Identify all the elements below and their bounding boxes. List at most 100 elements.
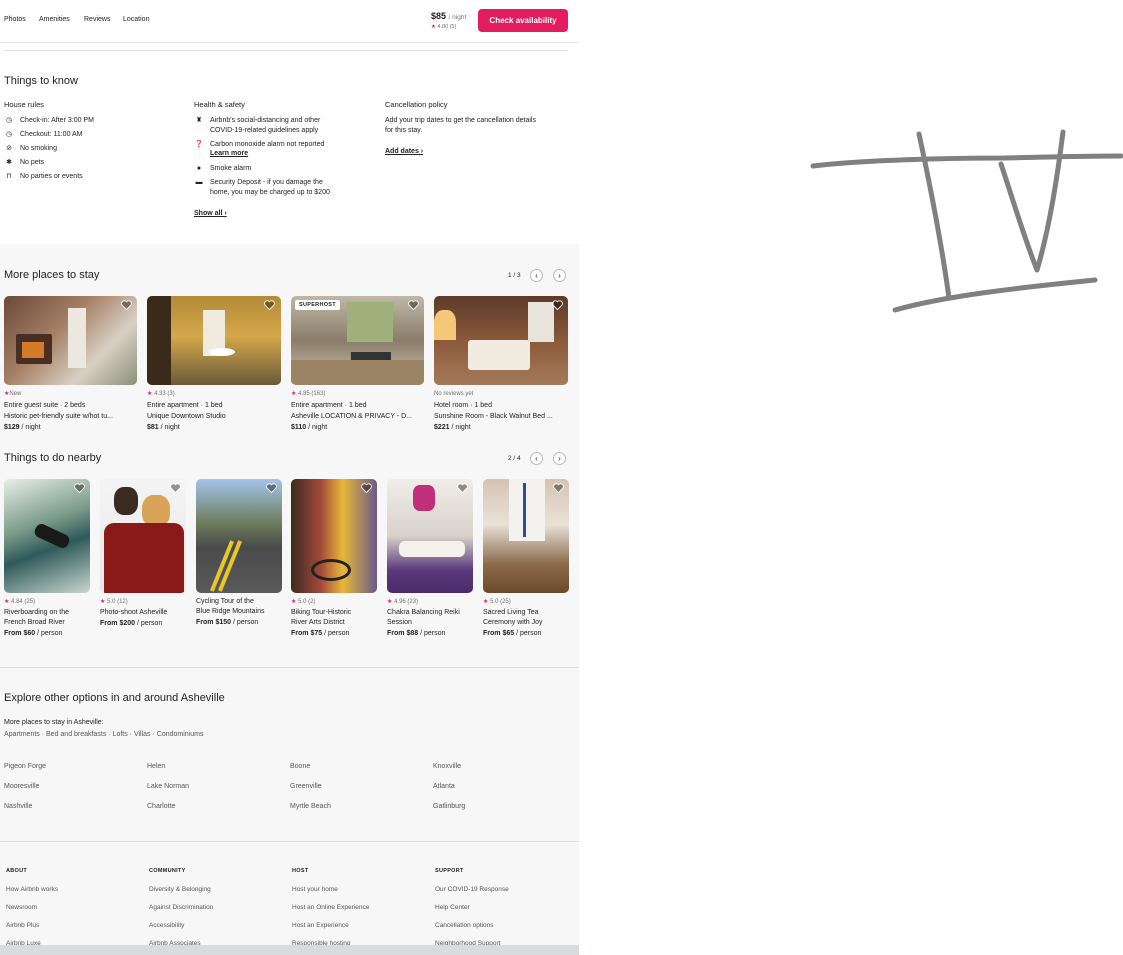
cancellation-heading: Cancellation policy <box>385 100 448 109</box>
annotation-stroke <box>998 129 1066 273</box>
listing-card-info[interactable]: ★ 4.33 (3) Entire apartment · 1 bed Uniq… <box>147 389 281 433</box>
health-safety-heading: Health & safety <box>194 100 245 109</box>
footer-link[interactable]: Airbnb Plus <box>6 922 39 929</box>
house-rules-heading: House rules <box>4 100 45 109</box>
experience-card-info[interactable]: ★ 5.0 (25) Sacred Living Tea Ceremony wi… <box>483 597 573 639</box>
things-to-do-pager: 2 / 4 <box>508 455 521 462</box>
destination-link[interactable]: Pigeon Forge <box>4 763 46 770</box>
listing-card-info[interactable]: ★New Entire guest suite · 2 beds Histori… <box>4 389 138 433</box>
more-places-title: More places to stay <box>4 269 100 281</box>
chevron-left-icon[interactable]: ‹ <box>530 269 543 282</box>
heart-icon[interactable] <box>266 483 277 493</box>
divider <box>0 841 579 842</box>
chevron-right-icon: › <box>420 148 424 155</box>
experience-card-info[interactable]: Cycling Tour of the Blue Ridge Mountains… <box>196 597 286 628</box>
check-availability-button[interactable]: Check availability <box>478 9 568 32</box>
footer-link[interactable]: Newsroom <box>6 904 37 911</box>
destination-link[interactable]: Myrtle Beach <box>290 803 331 810</box>
nav-photos[interactable]: Photos <box>4 16 26 23</box>
experience-card-info[interactable]: ★ 5.0 (12) Photo-shoot Asheville From $2… <box>100 597 190 629</box>
nav-location[interactable]: Location <box>123 16 149 23</box>
things-to-do-title: Things to do nearby <box>4 452 102 464</box>
footer-link[interactable]: Host your home <box>292 886 338 893</box>
heart-icon[interactable] <box>264 300 275 310</box>
alert-icon: ❓ <box>194 141 204 148</box>
star-icon: ★ <box>431 24 436 30</box>
experience-card-info[interactable]: ★ 4.84 (25) Riverboarding on the French … <box>4 597 94 639</box>
annotation-stroke <box>892 277 1098 313</box>
chevron-left-icon[interactable]: ‹ <box>530 452 543 465</box>
star-icon: ★ <box>4 599 10 605</box>
experience-photo[interactable] <box>291 479 377 593</box>
sticky-nav: Photos Amenities Reviews Location $85 / … <box>0 0 579 43</box>
destination-link[interactable]: Mooresville <box>4 783 39 790</box>
divider <box>4 50 568 51</box>
clock-icon: ◷ <box>5 131 13 138</box>
destination-link[interactable]: Lake Norman <box>147 783 189 790</box>
footer-link[interactable]: Against Discrimination <box>149 904 213 911</box>
heart-icon[interactable] <box>361 483 372 493</box>
listing-card-info[interactable]: No reviews yet Hotel room · 1 bed Sunshi… <box>434 389 568 433</box>
add-dates-link[interactable]: Add dates › <box>385 148 423 155</box>
experience-photo[interactable] <box>100 479 186 593</box>
experience-card-info[interactable]: ★ 5.0 (2) Biking Tour-Historic River Art… <box>291 597 381 639</box>
footer-link[interactable]: Our COVID-19 Response <box>435 886 509 893</box>
footer-link[interactable]: How Airbnb works <box>6 886 58 893</box>
star-icon: ★ <box>291 391 297 397</box>
handwritten-annotation <box>810 129 1123 313</box>
nav-reviews[interactable]: Reviews <box>84 16 110 23</box>
listing-card-info[interactable]: ★ 4.85 (163) Entire apartment · 1 bed As… <box>291 389 425 433</box>
horizontal-scrollbar[interactable] <box>0 945 579 955</box>
experience-card-info[interactable]: ★ 4.96 (23) Chakra Balancing Reiki Sessi… <box>387 597 477 639</box>
divider <box>0 667 579 668</box>
experience-photo[interactable] <box>4 479 90 593</box>
footer-link[interactable]: Help Center <box>435 904 470 911</box>
destination-link[interactable]: Atlanta <box>433 783 455 790</box>
more-places-pager: 1 / 3 <box>508 272 521 279</box>
heart-icon[interactable] <box>553 483 564 493</box>
heart-icon[interactable] <box>121 300 132 310</box>
destination-link[interactable]: Charlotte <box>147 803 175 810</box>
no-smoking-icon: ⊘ <box>6 145 12 152</box>
chevron-right-icon: › <box>224 210 227 217</box>
sanitizer-icon: ♜ <box>195 117 203 124</box>
destination-link[interactable]: Gatlinburg <box>433 803 465 810</box>
heart-icon[interactable] <box>170 483 181 493</box>
footer-link[interactable]: Cancellation options <box>435 922 494 929</box>
experience-photo[interactable] <box>196 479 282 593</box>
show-all-link[interactable]: Show all › <box>194 210 227 217</box>
heart-icon[interactable] <box>457 483 468 493</box>
destination-link[interactable]: Greenville <box>290 783 322 790</box>
things-to-know-title: Things to know <box>4 75 78 87</box>
learn-more-link[interactable]: Learn more <box>210 150 248 157</box>
footer-link[interactable]: Host an Online Experience <box>292 904 369 911</box>
heart-icon[interactable] <box>408 300 419 310</box>
chevron-right-icon[interactable]: › <box>553 269 566 282</box>
destination-link[interactable]: Helen <box>147 763 165 770</box>
star-icon: ★ <box>291 599 297 605</box>
star-icon: ★ <box>483 599 489 605</box>
heart-icon[interactable] <box>74 483 85 493</box>
listing-rating: ★ 4.80 (5) <box>431 24 457 30</box>
footer-heading-about: ABOUT <box>6 868 28 874</box>
nav-amenities[interactable]: Amenities <box>39 16 70 23</box>
experience-photo[interactable] <box>483 479 569 593</box>
destination-link[interactable]: Boone <box>290 763 310 770</box>
explore-title: Explore other options in and around Ashe… <box>4 692 225 704</box>
footer-heading-support: SUPPORT <box>435 868 464 874</box>
destination-link[interactable]: Nashville <box>4 803 32 810</box>
chevron-right-icon[interactable]: › <box>553 452 566 465</box>
footer-link[interactable]: Diversity & Belonging <box>149 886 211 893</box>
listing-photo[interactable] <box>4 296 137 385</box>
experience-photo[interactable] <box>387 479 473 593</box>
star-icon: ★ <box>100 599 106 605</box>
superhost-badge: SUPERHOST <box>295 300 340 310</box>
destination-link[interactable]: Knoxville <box>433 763 461 770</box>
footer-link[interactable]: Accessibility <box>149 922 184 929</box>
heart-icon[interactable] <box>552 300 563 310</box>
footer-heading-host: HOST <box>292 868 309 874</box>
footer-link[interactable]: Host an Experience <box>292 922 349 929</box>
nightly-price: $85 / night <box>431 11 467 21</box>
listing-photo[interactable] <box>147 296 281 385</box>
listing-photo[interactable] <box>434 296 568 385</box>
